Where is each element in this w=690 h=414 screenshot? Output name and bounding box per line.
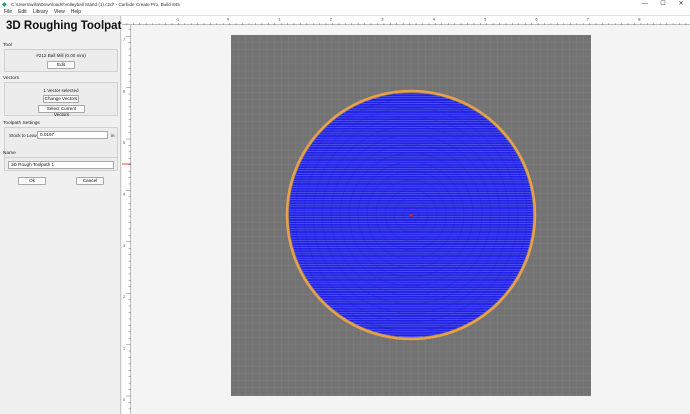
title-bar: ◆ C:\Users\willa\Downloads\Volleyball St… [0, 0, 690, 9]
select-current-vectors-button[interactable]: Select Current Vectors [38, 105, 85, 117]
tool-group: #212 Ball Mill (0.00 mm) Edit [4, 49, 118, 72]
ok-button[interactable]: Ok [18, 177, 46, 185]
ruler-label: 5 [123, 141, 125, 145]
ruler-label: 1 [123, 347, 125, 351]
stock-to-leave-input[interactable]: 0.0197 [37, 131, 108, 139]
vectors-section-label: Vectors [3, 76, 19, 81]
menu-help[interactable]: Help [71, 9, 81, 15]
tool-name: #212 Ball Mill (0.00 mm) [36, 53, 86, 58]
menu-library[interactable]: Library [33, 9, 48, 15]
ruler-label: 0 [227, 17, 230, 22]
window-controls: — ☐ ✕ [636, 0, 690, 9]
horizontal-ruler-scale: -1 0 1 2 3 4 5 6 7 8 [126, 17, 687, 25]
center-marker [409, 213, 413, 217]
ruler-label: 3 [381, 17, 384, 22]
ruler-label: 6 [123, 90, 125, 94]
stock-to-leave-label: Stock to Leave [9, 133, 40, 138]
ruler-label: 2 [330, 17, 333, 22]
ruler-label: 7 [123, 38, 125, 42]
menu-edit[interactable]: Edit [18, 9, 27, 15]
ruler-label: -1 [176, 17, 180, 22]
change-vectors-button[interactable]: Change Vectors [43, 95, 79, 103]
menu-file[interactable]: File [4, 9, 12, 15]
minimize-button[interactable]: — [636, 0, 654, 9]
ruler-label: 6 [535, 17, 538, 22]
ruler-label: 2 [123, 295, 125, 299]
ruler-label: 1 [278, 17, 281, 22]
ruler-label: 3 [123, 244, 125, 248]
window-title: C:\Users\willa\Downloads\Volleyball Stan… [11, 2, 180, 7]
toolpath-settings-group: Stock to Leave 0.0197 in [4, 127, 118, 160]
vertical-ruler[interactable]: 7 6 5 4 3 2 1 0 [122, 25, 131, 414]
stock-area[interactable] [231, 35, 591, 396]
tool-section-label: Tool [3, 43, 12, 48]
cancel-button[interactable]: Cancel [76, 177, 104, 185]
vectors-status: 1 Vector selected [43, 88, 79, 93]
toolpath-editor-panel: 3D Roughing Toolpath Tool #212 Ball Mill… [0, 16, 128, 414]
ruler-label: 5 [484, 17, 487, 22]
menu-bar: File Edit Library View Help [0, 9, 690, 16]
horizontal-ruler[interactable]: -1 0 1 2 3 4 5 6 7 8 [122, 16, 690, 25]
carbide-create-app-icon: ◆ [2, 1, 7, 8]
maximize-button[interactable]: ☐ [654, 0, 672, 9]
edit-tool-button[interactable]: Edit [47, 61, 75, 69]
toolpath-name-input[interactable]: 3D Rough Toolpath 1 [8, 161, 114, 169]
toolpath-settings-label: Toolpath Settings [3, 121, 40, 126]
menu-view[interactable]: View [54, 9, 65, 15]
ruler-label: 7 [587, 17, 590, 22]
name-group: 3D Rough Toolpath 1 [4, 157, 118, 171]
ruler-label: 4 [433, 17, 436, 22]
panel-heading: 3D Roughing Toolpath [6, 20, 129, 32]
stock-unit-label: in [111, 133, 115, 138]
vertical-ruler-scale: 7 6 5 4 3 2 1 0 [122, 29, 131, 410]
ruler-label: 4 [123, 192, 125, 196]
close-button[interactable]: ✕ [672, 0, 690, 9]
name-section-label: Name [3, 151, 16, 156]
vectors-group: 1 Vector selected Change Vectors Select … [4, 82, 118, 117]
ruler-label: 0 [123, 398, 125, 402]
ruler-label: 8 [638, 17, 641, 22]
